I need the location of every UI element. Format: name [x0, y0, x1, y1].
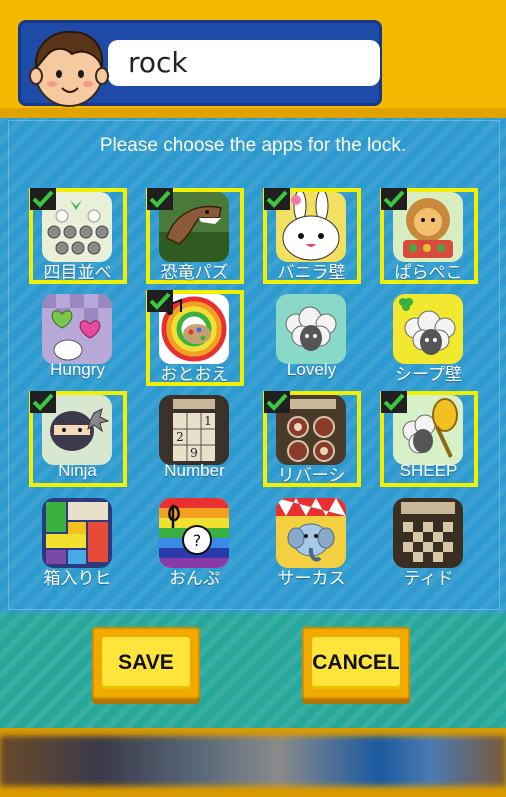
app-item[interactable]: ティド	[381, 496, 493, 596]
name-frame: rock	[18, 20, 382, 107]
checkmark-icon	[147, 188, 173, 210]
app-label: ぱらぺこ	[394, 263, 463, 282]
app-label: サーカス	[277, 569, 346, 588]
ad-banner[interactable]	[0, 736, 506, 786]
app-item[interactable]: Hungry	[30, 292, 142, 392]
name-input[interactable]: rock	[108, 40, 380, 86]
cancel-button[interactable]: CANCEL	[302, 627, 410, 699]
boy-avatar-icon	[26, 24, 112, 110]
app-label: おとおえ	[160, 365, 229, 384]
save-button-label: SAVE	[102, 637, 190, 689]
circus-elephant-icon	[276, 498, 346, 568]
checkmark-icon	[264, 188, 290, 210]
app-label: リバーシ	[277, 466, 346, 485]
app-item[interactable]: 箱入りヒ	[30, 496, 142, 596]
app-label: Lovely	[286, 360, 337, 379]
app-item[interactable]: 29 1 Number	[147, 393, 259, 493]
checkmark-icon	[147, 290, 173, 312]
checkmark-icon	[264, 391, 290, 413]
music-note-icon: ?	[159, 498, 229, 568]
app-item[interactable]: ? おんぷ	[147, 496, 259, 596]
save-button[interactable]: SAVE	[92, 627, 200, 699]
sheep-icon	[276, 294, 346, 364]
checkmark-icon	[30, 188, 56, 210]
sudoku-icon: 29 1	[159, 395, 229, 465]
app-label: SHEEP	[399, 461, 458, 480]
app-item[interactable]: サーカス	[264, 496, 376, 596]
app-item[interactable]: おとおえ	[146, 290, 259, 392]
checkmark-icon	[30, 391, 56, 413]
checkmark-icon	[381, 188, 407, 210]
app-item[interactable]: リバーシ	[263, 391, 376, 493]
sheep-clover-icon	[393, 294, 463, 364]
svg-text:?: ?	[193, 531, 202, 550]
app-label: バニラ壁	[277, 263, 346, 282]
cancel-button-label: CANCEL	[312, 637, 400, 689]
app-label: Hungry	[50, 360, 105, 379]
app-label: 恐竜パズ	[160, 263, 229, 282]
app-label: 箱入りヒ	[43, 569, 112, 588]
svg-text:2: 2	[176, 430, 184, 444]
app-item[interactable]: シープ壁	[381, 292, 493, 392]
app-item[interactable]: Lovely	[264, 292, 376, 392]
app-item[interactable]: SHEEP	[380, 391, 493, 493]
app-label: Ninja	[58, 461, 97, 480]
app-item[interactable]: Ninja	[29, 391, 142, 493]
button-bar	[0, 613, 506, 728]
svg-text:9: 9	[190, 446, 198, 460]
hungry-bunny-icon	[42, 294, 112, 364]
app-label: おんぷ	[169, 569, 220, 588]
svg-text:1: 1	[204, 414, 212, 428]
box-puzzle-icon	[42, 498, 112, 568]
app-label: 四目並べ	[43, 263, 112, 282]
app-item[interactable]: 四目並べ	[29, 188, 142, 290]
app-item[interactable]: バニラ壁	[263, 188, 376, 290]
chess-icon	[393, 498, 463, 568]
app-item[interactable]: 恐竜パズ	[146, 188, 259, 290]
checkmark-icon	[381, 391, 407, 413]
app-label: シープ壁	[395, 365, 462, 384]
app-label: Number	[164, 461, 225, 480]
instruction-text: Please choose the apps for the lock.	[99, 135, 407, 156]
app-item[interactable]: ぱらぺこ	[380, 188, 493, 290]
app-label: ティド	[403, 569, 454, 588]
